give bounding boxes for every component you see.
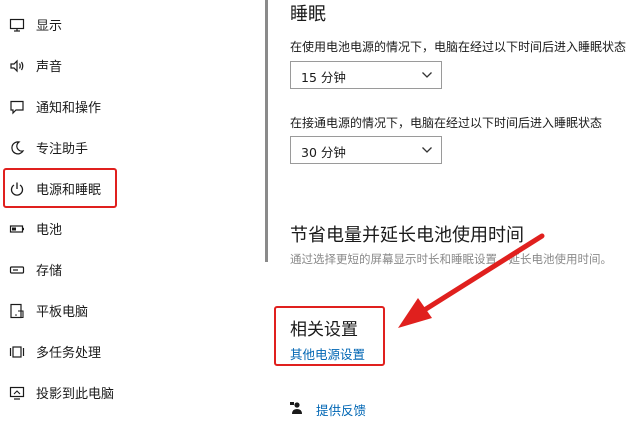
sidebar-item-label: 专注助手 (36, 142, 89, 157)
storage-icon (8, 261, 26, 279)
chevron-down-icon (422, 72, 432, 78)
moon-icon (8, 139, 26, 157)
dropdown-value: 15 分钟 (301, 70, 346, 85)
sidebar-item-storage[interactable]: 存储 (0, 249, 262, 290)
sidebar-item-focus-assist[interactable]: 专注助手 (0, 127, 262, 168)
related-settings-heading: 相关设置 (290, 320, 358, 340)
feedback-icon (290, 400, 304, 414)
display-icon (8, 16, 26, 34)
multitask-icon (8, 343, 26, 361)
notification-icon (8, 98, 26, 116)
battery-sleep-dropdown[interactable]: 15 分钟 (290, 61, 442, 89)
sidebar-item-label: 显示 (36, 19, 63, 34)
sidebar-item-sound[interactable]: 声音 (0, 45, 262, 86)
save-battery-heading: 节省电量并延长电池使用时间 (290, 225, 524, 246)
other-power-settings-link[interactable]: 其他电源设置 (290, 344, 365, 363)
sidebar-item-tablet[interactable]: 平板电脑 (0, 290, 262, 331)
plugged-sleep-dropdown[interactable]: 30 分钟 (290, 136, 442, 164)
sidebar-item-label: 多任务处理 (36, 346, 102, 361)
settings-window: 显示 声音 通知和操作 专注助手 电源和睡眠 电池 存储 平板电脑 多任务处理 … (0, 0, 640, 427)
sidebar-item-label: 电池 (36, 223, 63, 238)
sidebar-item-display[interactable]: 显示 (0, 4, 262, 45)
sidebar-item-multitasking[interactable]: 多任务处理 (0, 331, 262, 372)
sleep-heading: 睡眠 (290, 4, 326, 25)
plugged-sleep-desc: 在接通电源的情况下，电脑在经过以下时间后进入睡眠状态 (290, 116, 603, 130)
speaker-icon (8, 57, 26, 75)
power-icon (8, 180, 26, 198)
battery-sleep-desc: 在使用电池电源的情况下，电脑在经过以下时间后进入睡眠状态 (290, 40, 627, 54)
sidebar-item-power-sleep[interactable]: 电源和睡眠 (0, 168, 262, 209)
sidebar-item-label: 电源和睡眠 (36, 183, 102, 198)
sidebar-item-notifications[interactable]: 通知和操作 (0, 86, 262, 127)
sidebar-item-label: 存储 (36, 264, 63, 279)
sidebar-item-project[interactable]: 投影到此电脑 (0, 372, 262, 413)
sidebar-item-label: 通知和操作 (36, 101, 102, 116)
dropdown-value: 30 分钟 (301, 145, 346, 160)
sidebar: 显示 声音 通知和操作 专注助手 电源和睡眠 电池 存储 平板电脑 多任务处理 … (0, 0, 262, 427)
sidebar-item-label: 平板电脑 (36, 305, 89, 320)
sidebar-item-battery[interactable]: 电池 (0, 208, 262, 249)
main-content: 睡眠 在使用电池电源的情况下，电脑在经过以下时间后进入睡眠状态 15 分钟 在接… (268, 0, 640, 427)
sidebar-item-label: 声音 (36, 60, 63, 75)
tablet-icon (8, 302, 26, 320)
save-battery-desc: 通过选择更短的屏幕显示时长和睡眠设置，延长电池使用时间。 (290, 252, 612, 266)
feedback-link[interactable]: 提供反馈 (316, 400, 366, 419)
project-icon (8, 384, 26, 402)
sidebar-item-label: 投影到此电脑 (36, 387, 115, 402)
chevron-down-icon (422, 147, 432, 153)
battery-icon (8, 220, 26, 238)
